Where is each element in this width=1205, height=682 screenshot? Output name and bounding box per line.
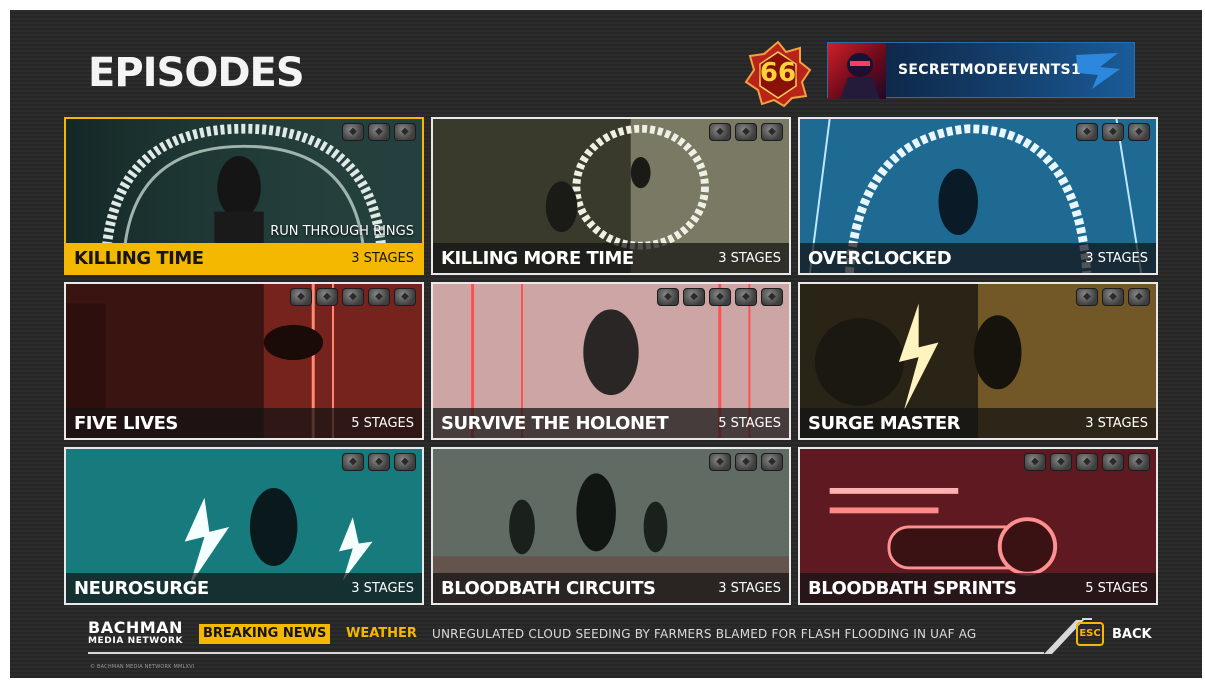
news-headline: UNREGULATED CLOUD SEEDING BY FARMERS BLA… <box>432 627 977 641</box>
episode-info-bar: BLOODBATH CIRCUITS 3 STAGES <box>433 573 789 603</box>
medal-icon: ◆ <box>394 288 416 306</box>
episode-name: BLOODBATH CIRCUITS <box>441 577 656 599</box>
episode-card[interactable]: ◆ ◆ ◆ RUN THROUGH RINGS KILLING TIME 3 STAGES <box>64 117 424 275</box>
medal-icon: ◆ <box>1102 123 1124 141</box>
medal-icon: ◆ <box>1076 288 1098 306</box>
medal-icon: ◆ <box>709 123 731 141</box>
episode-name: OVERCLOCKED <box>808 247 952 269</box>
medal-icon: ◆ <box>761 288 783 306</box>
medal-row: ◆ ◆ ◆ <box>709 453 783 471</box>
medal-icon: ◆ <box>735 288 757 306</box>
news-ticker: BACHMAN MEDIA NETWORK BREAKING NEWS WEAT… <box>10 616 1202 656</box>
medal-icon: ◆ <box>1128 453 1150 471</box>
medal-icon: ◆ <box>342 453 364 471</box>
medal-icon: ◆ <box>1128 288 1150 306</box>
medal-row: ◆ ◆ ◆ ◆ ◆ <box>657 288 783 306</box>
medal-icon: ◆ <box>1102 288 1124 306</box>
episode-name: KILLING MORE TIME <box>441 247 634 269</box>
episode-info-bar: KILLING TIME 3 STAGES <box>66 243 422 273</box>
episode-name: FIVE LIVES <box>74 412 178 434</box>
episode-info-bar: KILLING MORE TIME 3 STAGES <box>433 243 789 273</box>
episode-card[interactable]: ◆ ◆ ◆ ◆ ◆ SURVIVE THE HOLONET 5 STAGES <box>431 282 791 440</box>
episode-stage-count: 5 STAGES <box>718 415 781 431</box>
episode-stage-count: 3 STAGES <box>1085 250 1148 266</box>
medal-icon: ◆ <box>1102 453 1124 471</box>
episode-stage-count: 3 STAGES <box>718 580 781 596</box>
episode-info-bar: SURVIVE THE HOLONET 5 STAGES <box>433 408 789 438</box>
medal-icon: ◆ <box>1076 123 1098 141</box>
breaking-news-badge: BREAKING NEWS <box>199 624 331 644</box>
back-button[interactable]: ESC BACK <box>1076 622 1152 646</box>
episode-card[interactable]: ◆ ◆ ◆ ◆ ◆ BLOODBATH SPRINTS 5 STAGES <box>798 447 1158 605</box>
medal-row: ◆ ◆ ◆ <box>342 123 416 141</box>
medal-icon: ◆ <box>342 123 364 141</box>
episode-subtitle: RUN THROUGH RINGS <box>270 224 414 239</box>
back-label: BACK <box>1112 626 1152 642</box>
episode-card[interactable]: ◆ ◆ ◆ NEUROSURGE 3 STAGES <box>64 447 424 605</box>
medal-icon: ◆ <box>735 453 757 471</box>
medal-row: ◆ ◆ ◆ <box>1076 288 1150 306</box>
episode-stage-count: 5 STAGES <box>1085 580 1148 596</box>
episode-stage-count: 3 STAGES <box>1085 415 1148 431</box>
episode-stage-count: 3 STAGES <box>351 250 414 266</box>
medal-icon: ◆ <box>368 288 390 306</box>
news-logo-name: BACHMAN <box>88 618 183 637</box>
episode-card[interactable]: ◆ ◆ ◆ KILLING MORE TIME 3 STAGES <box>431 117 791 275</box>
episode-card[interactable]: ◆ ◆ ◆ BLOODBATH CIRCUITS 3 STAGES <box>431 447 791 605</box>
news-logo-sub: MEDIA NETWORK <box>88 636 184 646</box>
episode-card[interactable]: ◆ ◆ ◆ SURGE MASTER 3 STAGES <box>798 282 1158 440</box>
medal-icon: ◆ <box>368 453 390 471</box>
episode-stage-count: 5 STAGES <box>351 415 414 431</box>
medal-icon: ◆ <box>368 123 390 141</box>
medal-icon: ◆ <box>709 453 731 471</box>
esc-key-icon: ESC <box>1076 622 1104 646</box>
medal-icon: ◆ <box>1024 453 1046 471</box>
medal-row: ◆ ◆ ◆ ◆ ◆ <box>1024 453 1150 471</box>
episodes-screen: EPISODES 66 SECRETMODEEVENTS1 ◆ ◆ ◆ RUN THR… <box>10 10 1202 678</box>
episode-info-bar: BLOODBATH SPRINTS 5 STAGES <box>800 573 1156 603</box>
episode-name: SURVIVE THE HOLONET <box>441 412 669 434</box>
episode-info-bar: SURGE MASTER 3 STAGES <box>800 408 1156 438</box>
medal-row: ◆ ◆ ◆ ◆ ◆ <box>290 288 416 306</box>
medal-icon: ◆ <box>1128 123 1150 141</box>
medal-icon: ◆ <box>761 123 783 141</box>
episode-name: KILLING TIME <box>74 247 204 269</box>
medal-icon: ◆ <box>683 288 705 306</box>
copyright-text: © BACHMAN MEDIA NETWORK MMLXVI <box>90 664 195 670</box>
medal-icon: ◆ <box>1076 453 1098 471</box>
episode-name: NEUROSURGE <box>74 577 209 599</box>
episode-grid: ◆ ◆ ◆ RUN THROUGH RINGS KILLING TIME 3 STAGES… <box>10 10 1202 678</box>
medal-icon: ◆ <box>394 123 416 141</box>
episode-stage-count: 3 STAGES <box>718 250 781 266</box>
medal-icon: ◆ <box>342 288 364 306</box>
episode-card[interactable]: ◆ ◆ ◆ OVERCLOCKED 3 STAGES <box>798 117 1158 275</box>
medal-row: ◆ ◆ ◆ <box>342 453 416 471</box>
medal-icon: ◆ <box>735 123 757 141</box>
medal-icon: ◆ <box>316 288 338 306</box>
episode-stage-count: 3 STAGES <box>351 580 414 596</box>
medal-icon: ◆ <box>290 288 312 306</box>
medal-row: ◆ ◆ ◆ <box>1076 123 1150 141</box>
ticker-divider <box>88 652 1044 654</box>
medal-row: ◆ ◆ ◆ <box>709 123 783 141</box>
episode-info-bar: OVERCLOCKED 3 STAGES <box>800 243 1156 273</box>
medal-icon: ◆ <box>709 288 731 306</box>
episode-name: BLOODBATH SPRINTS <box>808 577 1017 599</box>
medal-icon: ◆ <box>1050 453 1072 471</box>
episode-info-bar: FIVE LIVES 5 STAGES <box>66 408 422 438</box>
medal-icon: ◆ <box>394 453 416 471</box>
episode-name: SURGE MASTER <box>808 412 961 434</box>
news-category: WEATHER <box>346 626 417 641</box>
news-logo: BACHMAN MEDIA NETWORK <box>88 620 183 646</box>
episode-card[interactable]: ◆ ◆ ◆ ◆ ◆ FIVE LIVES 5 STAGES <box>64 282 424 440</box>
medal-icon: ◆ <box>761 453 783 471</box>
episode-info-bar: NEUROSURGE 3 STAGES <box>66 573 422 603</box>
medal-icon: ◆ <box>657 288 679 306</box>
